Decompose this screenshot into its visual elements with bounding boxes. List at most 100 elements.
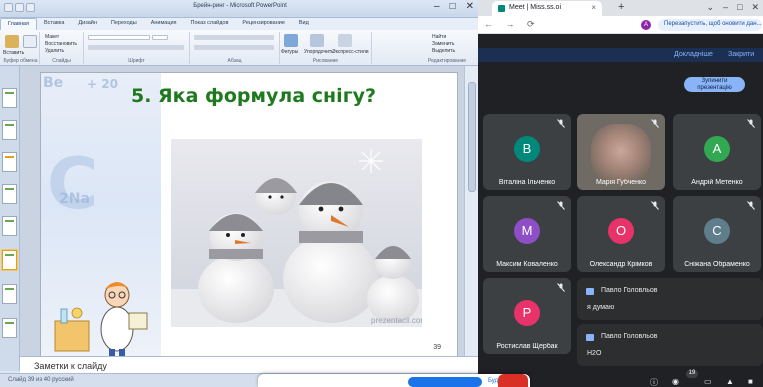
stop-presenting-button[interactable]: Зупинити презентацію bbox=[684, 77, 745, 92]
lock-icon[interactable]: ■ bbox=[748, 377, 757, 386]
tab-title: Meet | Miss.ss.oi bbox=[509, 4, 561, 11]
minimize-button[interactable]: – bbox=[723, 2, 728, 13]
mic-muted-icon bbox=[651, 201, 659, 210]
chat-notification[interactable]: Павло Головльов H2O bbox=[577, 324, 763, 366]
group-label: Шрифт bbox=[128, 58, 145, 64]
select-button[interactable]: Выделить bbox=[432, 48, 455, 54]
minimize-button[interactable]: – bbox=[434, 1, 440, 12]
participant-name: Ростислав Щербак bbox=[496, 343, 558, 350]
chat-icon[interactable]: ▭ bbox=[704, 377, 713, 386]
font-size-input[interactable] bbox=[152, 35, 168, 40]
find-button[interactable]: Найти bbox=[432, 34, 446, 40]
group-paragraph: Абзац bbox=[190, 32, 280, 64]
mic-muted-icon bbox=[651, 119, 659, 128]
navigation-icons[interactable]: ← → ⟳ bbox=[484, 19, 540, 30]
group-font: Шрифт bbox=[84, 32, 190, 64]
browser-tab-meet[interactable]: Meet | Miss.ss.oi × bbox=[492, 1, 602, 16]
scrollbar-thumb[interactable] bbox=[468, 82, 476, 192]
participant-tile[interactable]: М Максим Коваленко bbox=[483, 196, 571, 272]
slide-thumbnail[interactable] bbox=[2, 184, 17, 204]
update-chip[interactable]: Перезапустить, щоб оновити дан... bbox=[658, 19, 762, 31]
layout-button[interactable]: Макет bbox=[45, 34, 59, 40]
replace-button[interactable]: Заменить bbox=[432, 41, 454, 47]
ppt-window-title: Брейн-ринг - Microsoft PowerPoint bbox=[193, 3, 287, 9]
status-text: Слайд 39 из 40 русский bbox=[8, 377, 74, 383]
slide-thumbnail[interactable] bbox=[2, 318, 17, 338]
slide-thumbnail-selected[interactable] bbox=[2, 250, 17, 270]
paste-icon[interactable] bbox=[5, 35, 19, 48]
arrange-button[interactable]: Упорядочить bbox=[304, 49, 334, 55]
maximize-button[interactable]: □ bbox=[450, 1, 456, 12]
quick-styles-icon[interactable] bbox=[338, 34, 352, 47]
close-button[interactable]: ✕ bbox=[751, 2, 759, 13]
participant-tile[interactable]: В Віталіна Ільченко bbox=[483, 114, 571, 190]
arrange-icon[interactable] bbox=[310, 34, 324, 47]
vertical-scrollbar[interactable] bbox=[464, 66, 478, 356]
slide-thumbnail[interactable] bbox=[2, 120, 17, 140]
participant-tile[interactable]: А Андрій Метенко bbox=[673, 114, 761, 190]
people-icon[interactable]: ◉ bbox=[672, 377, 681, 386]
tab-slideshow[interactable]: Показ слайдов bbox=[184, 18, 236, 30]
avatar: М bbox=[514, 218, 540, 244]
paste-button[interactable]: Вставить bbox=[3, 50, 24, 56]
chat-icon bbox=[586, 334, 594, 341]
chem-formula: C bbox=[47, 143, 99, 225]
chat-notification[interactable]: Павло Головльов я думаю bbox=[577, 278, 763, 320]
primary-action-button[interactable] bbox=[408, 377, 482, 387]
slide-thumbnails bbox=[0, 66, 20, 371]
tab-review[interactable]: Рецензирование bbox=[235, 18, 291, 30]
shapes-icon[interactable] bbox=[284, 34, 298, 47]
meet-favicon-icon bbox=[498, 5, 505, 12]
new-slide-icon[interactable] bbox=[23, 35, 37, 48]
slide-thumbnail[interactable] bbox=[2, 152, 17, 172]
tab-design[interactable]: Дизайн bbox=[71, 18, 104, 30]
participant-name: Сніжана Обраменко bbox=[684, 261, 750, 268]
group-clipboard: Вставить Буфер обмена bbox=[2, 32, 40, 64]
activities-icon[interactable]: ▲ bbox=[726, 377, 735, 386]
close-button[interactable]: ✕ bbox=[466, 1, 474, 12]
align-buttons[interactable] bbox=[194, 45, 274, 50]
participant-tile-video[interactable]: Марія Губченко bbox=[577, 114, 665, 190]
notes-pane[interactable]: Заметки к слайду bbox=[20, 356, 478, 373]
slide-thumbnail[interactable] bbox=[2, 284, 17, 304]
font-format-buttons[interactable] bbox=[88, 45, 184, 50]
tab-close-icon[interactable]: × bbox=[591, 3, 596, 12]
delete-button[interactable]: Удалить bbox=[45, 48, 64, 54]
participant-tile[interactable]: С Сніжана Обраменко bbox=[673, 196, 761, 272]
participant-tile[interactable]: Р Ростислав Щербак bbox=[483, 278, 571, 354]
tab-home[interactable]: Главная bbox=[0, 18, 37, 30]
dismiss-link[interactable]: Закрити bbox=[728, 51, 754, 58]
list-buttons[interactable] bbox=[194, 35, 274, 40]
slide-thumbnail[interactable] bbox=[2, 88, 17, 108]
font-name-input[interactable] bbox=[88, 35, 150, 40]
group-label: Слайды bbox=[52, 58, 71, 64]
meet-info-bar: Докладніше Закрити bbox=[478, 34, 763, 76]
tab-search-icon[interactable]: ⌄ bbox=[706, 2, 714, 13]
participant-tile[interactable]: О Олександр Крімков bbox=[577, 196, 665, 272]
powerpoint-window: Брейн-ринг - Microsoft PowerPoint – □ ✕ … bbox=[0, 0, 478, 387]
tab-animation[interactable]: Анимация bbox=[144, 18, 184, 30]
avatar: В bbox=[514, 136, 540, 162]
info-icon[interactable]: ⓘ bbox=[650, 377, 659, 387]
reset-button[interactable]: Восстановить bbox=[45, 41, 77, 47]
tab-view[interactable]: Вид bbox=[292, 18, 316, 30]
ppt-title-bar: Брейн-ринг - Microsoft PowerPoint – □ ✕ bbox=[0, 0, 478, 18]
profile-avatar[interactable]: А bbox=[641, 20, 651, 30]
maximize-button[interactable]: □ bbox=[737, 2, 742, 13]
quick-styles-button[interactable]: Экспресс-стили bbox=[332, 49, 369, 55]
slide-thumbnail[interactable] bbox=[2, 216, 17, 236]
undo-icon[interactable] bbox=[15, 3, 24, 12]
save-icon[interactable] bbox=[4, 3, 13, 12]
tab-transitions[interactable]: Переходы bbox=[104, 18, 144, 30]
learn-more-link[interactable]: Докладніше bbox=[674, 51, 713, 58]
shapes-button[interactable]: Фигуры bbox=[281, 49, 298, 55]
group-label: Абзац bbox=[227, 58, 242, 64]
tab-insert[interactable]: Вставка bbox=[37, 18, 71, 30]
new-tab-button[interactable]: + bbox=[618, 1, 624, 13]
current-slide[interactable]: Be + 20 C 2Na 5. Яка формула снігу? prez… bbox=[40, 72, 458, 358]
redo-icon[interactable] bbox=[26, 3, 35, 12]
participant-name: Марія Губченко bbox=[595, 179, 647, 186]
presenting-banner bbox=[478, 48, 763, 62]
ppt-window-controls: – □ ✕ bbox=[434, 1, 474, 12]
end-call-button[interactable] bbox=[498, 374, 528, 387]
